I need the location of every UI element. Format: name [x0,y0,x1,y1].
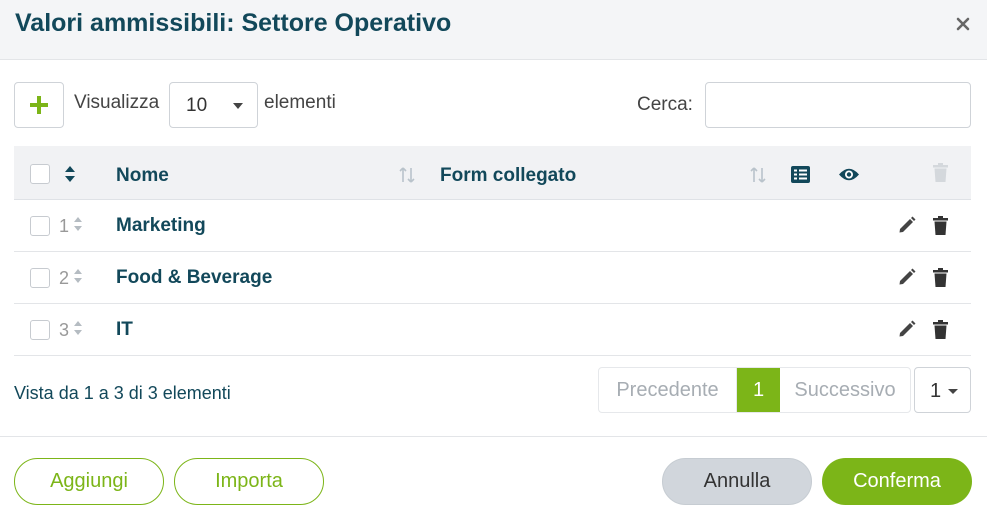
drag-handle-icon[interactable] [73,268,83,284]
close-button[interactable] [953,14,973,34]
page-1-button[interactable]: 1 [737,368,780,412]
previous-page-button[interactable]: Precedente [599,368,737,412]
trash-icon[interactable] [933,216,948,235]
confirm-button[interactable]: Conferma [822,458,972,505]
add-button[interactable]: Aggiungi [14,458,164,505]
page-select-value: 1 [930,380,942,402]
import-button[interactable]: Importa [174,458,324,505]
trash-icon[interactable] [933,268,948,287]
sort-arrows-icon[interactable] [749,166,767,184]
page-length-value: 10 [186,95,208,116]
table-row: 1 Marketing [14,200,971,252]
search-input[interactable] [705,82,971,128]
footer-divider [0,436,987,437]
next-page-button[interactable]: Successivo [780,368,910,412]
table-row: 3 IT [14,304,971,356]
sort-icon[interactable] [64,165,76,183]
drag-handle-icon[interactable] [73,216,83,232]
sort-arrows-icon[interactable] [398,166,416,184]
table-header: Nome Form collegato [14,146,971,200]
close-icon [956,17,970,31]
row-number: 2 [59,268,70,288]
pencil-icon[interactable] [898,216,916,234]
row-name: Food & Beverage [116,267,273,288]
page-select[interactable]: 1 [914,367,971,413]
list-icon[interactable] [791,166,810,183]
show-label: Visualizza [74,92,160,113]
chevron-down-icon [233,103,243,109]
row-name: Marketing [116,215,206,236]
row-checkbox[interactable] [30,320,50,340]
row-checkbox[interactable] [30,216,50,236]
row-name: IT [116,319,133,340]
trash-icon[interactable] [933,320,948,339]
cancel-button[interactable]: Annulla [662,458,812,505]
row-number: 1 [59,216,70,236]
column-header-name[interactable]: Nome [116,165,169,187]
pagination: Precedente 1 Successivo [598,367,911,413]
row-number: 3 [59,320,70,340]
row-checkbox[interactable] [30,268,50,288]
dialog-title: Valori ammissibili: Settore Operativo [15,9,452,37]
select-all-checkbox[interactable] [30,164,50,184]
page-length-select[interactable]: 10 [169,82,258,128]
pencil-icon[interactable] [898,320,916,338]
drag-handle-icon[interactable] [73,320,83,336]
pencil-icon[interactable] [898,268,916,286]
elements-label: elementi [264,92,336,113]
plus-icon [30,96,48,114]
search-label: Cerca: [637,94,693,115]
table-info: Vista da 1 a 3 di 3 elementi [14,383,231,403]
add-row-button[interactable] [14,82,64,128]
column-header-linked-form[interactable]: Form collegato [440,165,576,187]
eye-icon[interactable] [838,167,860,182]
table-row: 2 Food & Beverage [14,252,971,304]
chevron-down-icon [948,389,958,394]
trash-icon [933,163,948,182]
dialog-header: Valori ammissibili: Settore Operativo [0,0,987,60]
